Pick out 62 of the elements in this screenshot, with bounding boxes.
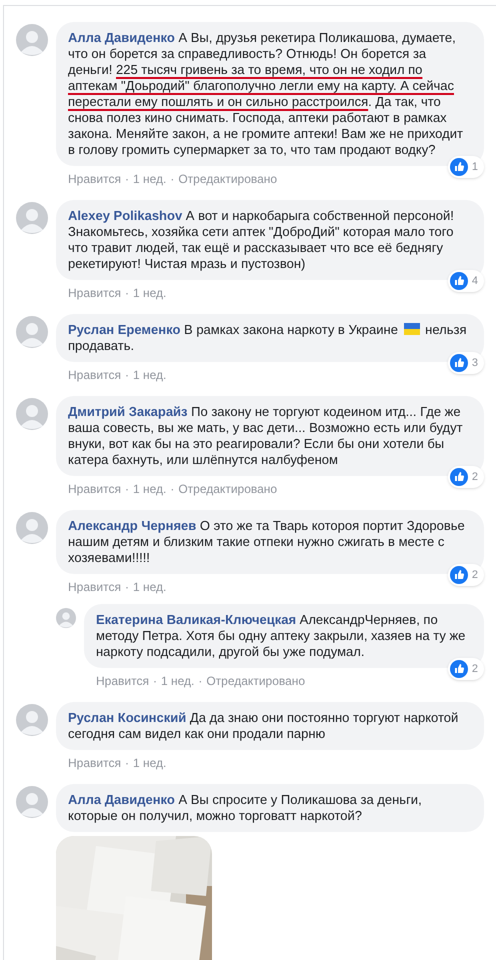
separator: · [170,481,174,498]
meta-text: 1 нед. [132,285,166,302]
meta-text: 1 нед. [132,171,166,188]
reaction-count: 2 [472,470,478,485]
separator: · [124,367,129,384]
like-icon [450,660,468,678]
meta-text: 1 нед. [132,481,166,498]
comment-text: Екатерина Валикая-Ключецкая АлександрЧерняев, по методу Петра. Хотя бы одну аптеку закрыли, хазяев на ту же наркоту подсадили, другой бы уже подумал. [96,612,466,660]
separator: · [124,285,129,302]
avatar[interactable] [56,608,76,628]
like-link[interactable]: Нравится [68,754,121,772]
separator: · [124,579,129,596]
separator: · [198,673,202,690]
avatar[interactable] [16,24,48,56]
comment-text: Руслан Косинский Да да знаю они постоянно торгуют наркотой сегодня сам видел как они продали парню [68,710,460,742]
like-link[interactable]: Нравится [68,170,121,188]
meta-text: Отредактировано [178,171,278,188]
avatar[interactable] [16,704,48,736]
reaction-count: 4 [472,274,478,289]
reaction-badge[interactable]: 2 [448,658,484,680]
reaction-count: 2 [472,662,478,677]
flag-icon [404,323,420,335]
separator: · [170,171,174,188]
like-link[interactable]: Нравится [68,578,121,596]
comment-text: Руслан Еременко В рамках закона наркоту в Украине нельзя продавать. [68,322,468,354]
meta-text: 1 нед. [132,579,166,596]
comment-text: Алла Давиденко А Вы спросите у Поликашова за деньги, которые он получил, можно торговатт наркотой? [68,792,423,824]
like-icon [450,158,468,176]
reaction-count: 1 [472,160,478,175]
separator: · [124,755,129,772]
avatar[interactable] [16,316,48,348]
meta-text: Отредактировано [206,673,306,690]
reaction-badge[interactable]: 1 [448,156,484,178]
avatar[interactable] [16,202,48,234]
separator: · [152,673,157,690]
like-icon [450,354,468,372]
reaction-badge[interactable]: 2 [448,564,484,586]
comment-text: Дмитрий Закарайз По закону не торгуют кодеином итд... Где же ваша совесть, вы же мать, у вас дети... Возможно есть или будут внуки, вот как бы на это реагировали? Если бы они хотели бы катера бахнуть, или шлёпнутся налбуфеном [68,404,464,468]
separator: · [124,171,129,188]
meta-text: 1 нед. [132,755,166,772]
like-icon [450,468,468,486]
comment-text: Александр Черняев О это же та Тварь котороя портит Здоровье нашим детям и близким такие отпеки нужно сжигать в месте с хозяевами!!!!! [68,518,466,566]
like-icon [450,272,468,290]
separator: · [124,481,129,498]
meta-text: 1 нед. [132,367,166,384]
avatar[interactable] [16,786,48,818]
meta-text: 1 нед. [160,673,194,690]
like-link[interactable]: Нравится [68,480,121,498]
avatar[interactable] [16,398,48,430]
like-link[interactable]: Нравится [96,672,149,690]
reaction-count: 2 [472,568,478,583]
reaction-badge[interactable]: 3 [448,352,484,374]
reaction-count: 3 [472,356,478,371]
comment-text: Алла Давиденко А Вы, друзья рекетира Поликашова, думаете, что он борется за справедливость? Отнюдь! Он борется за деньги! 225 тысяч гривень за то время, что он не ходил по аптекам "Доьродий" благополучно легли ему на карту. А сейчас перестали ему пошлять и он сильно расстроился. Да так, что снова полез кино снимать. Господа, аптеки работают в рамках закона. Меняйте закон, а не громите аптеки! Вам же не приходит в голову громить супермаркет за то, что там продают водку? [68,30,464,158]
like-link[interactable]: Нравится [68,366,121,384]
comment-text: Alexey Polikashov А вот и наркобарыга собственной персоной! Знакомьтесь, хозяйка сети аптек "ДоброДий" которая мало того что травит людей, так ещё и рассказывает что все её беднягу рекетируют! Чистая мразь и пустозвон) [68,208,455,272]
reaction-badge[interactable]: 4 [448,270,484,292]
meta-text: Отредактировано [178,481,278,498]
reaction-badge[interactable]: 2 [448,466,484,488]
like-link[interactable]: Нравится [68,284,121,302]
avatar[interactable] [16,512,48,544]
like-icon [450,566,468,584]
